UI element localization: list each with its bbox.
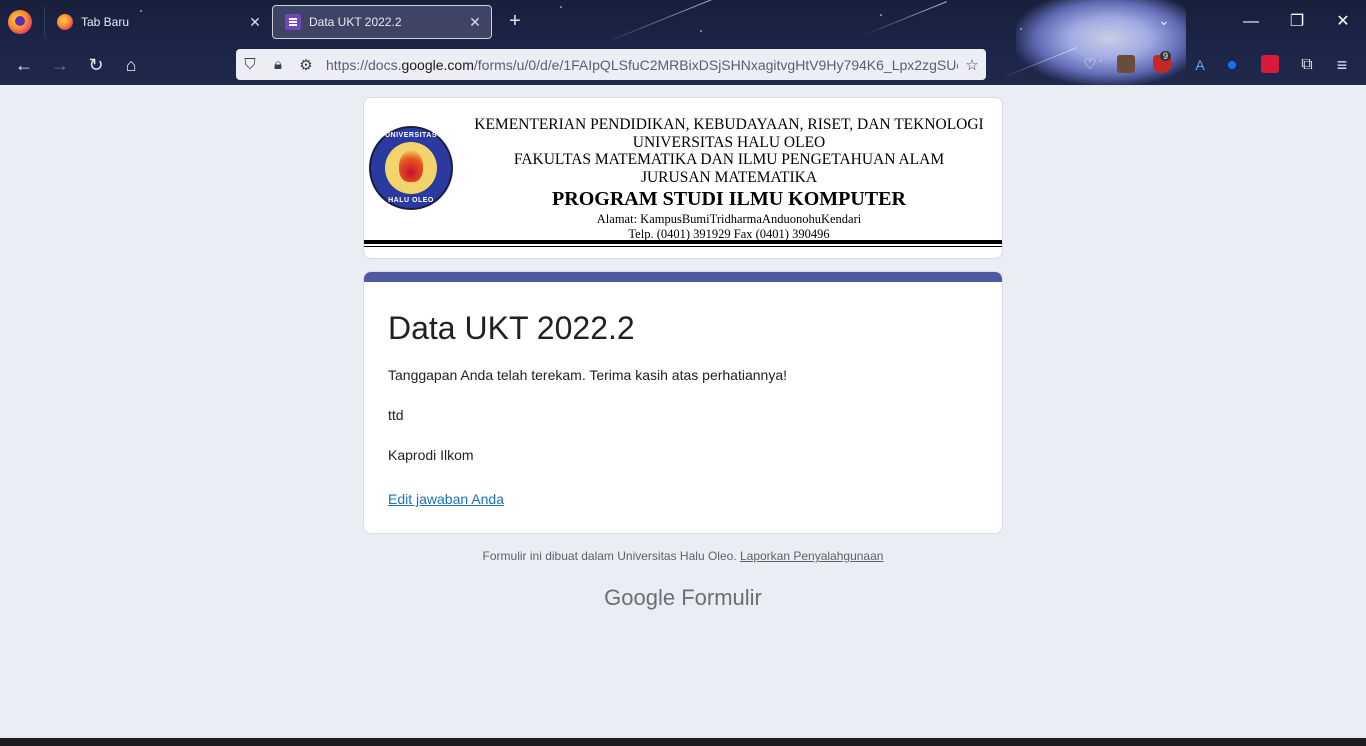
close-tab-icon[interactable]: ✕ (245, 14, 265, 31)
back-arrow-icon[interactable]: ← (10, 51, 38, 79)
confirmation-card: Data UKT 2022.2 Tanggapan Anda telah ter… (363, 271, 1003, 534)
close-tab-icon[interactable]: ✕ (465, 14, 485, 31)
accent-bar (364, 272, 1002, 282)
navigation-toolbar: ← → ↻ ⌂ ⛉ 🔒︎ ⚙ https://docs.google.com/f… (0, 44, 1366, 85)
bookmark-star-icon[interactable]: ☆ (958, 56, 986, 74)
university-logo: UNIVERSITAS HALU OLEO (369, 126, 453, 210)
tab-new[interactable]: Tab Baru ✕ (44, 5, 271, 39)
forward-arrow-icon[interactable]: → (46, 51, 74, 79)
taskbar (0, 738, 1366, 746)
tab-strip: Tab Baru ✕ Data UKT 2022.2 ✕ + ⌄ — ❐ ✕ (0, 0, 1366, 44)
restore-icon[interactable]: ❐ (1282, 8, 1312, 36)
letterhead-divider-thin (364, 246, 1002, 247)
browser-chrome: Tab Baru ✕ Data UKT 2022.2 ✕ + ⌄ — ❐ ✕ ←… (0, 0, 1366, 85)
report-abuse-link[interactable]: Laporkan Penyalahgunaan (740, 549, 883, 563)
list-all-tabs-chevron-icon[interactable]: ⌄ (1158, 12, 1170, 29)
status-dot-icon[interactable] (1228, 61, 1236, 69)
confirmation-message: Tanggapan Anda telah terekam. Terima kas… (388, 367, 787, 383)
form-header-image: UNIVERSITAS HALU OLEO KEMENTERIAN PENDID… (363, 97, 1003, 259)
form-title: Data UKT 2022.2 (388, 310, 635, 346)
logo-text-bottom: HALU OLEO (388, 197, 434, 204)
footer-text: Formulir ini dibuat dalam Universitas Ha… (482, 549, 737, 563)
permissions-icon[interactable]: ⚙ (292, 56, 320, 74)
address-bar[interactable]: ⛉ 🔒︎ ⚙ https://docs.google.com/forms/u/0… (236, 49, 986, 80)
firefox-icon (57, 14, 73, 30)
home-icon[interactable]: ⌂ (117, 51, 145, 79)
letterhead-address: Alamat: KampusBumiTridharmaAnduonohuKend… (596, 212, 862, 226)
letterhead-program: PROGRAM STUDI ILMU KOMPUTER (552, 188, 906, 210)
letterhead-university: UNIVERSITAS HALU OLEO (632, 133, 826, 151)
edit-response-link[interactable]: Edit jawaban Anda (388, 491, 504, 507)
extension-badge-count: 9 (1160, 51, 1172, 61)
letterhead-text: KEMENTERIAN PENDIDIKAN, KEBUDAYAAN, RISE… (464, 116, 994, 241)
tracking-shield-icon[interactable]: ⛉ (236, 56, 264, 73)
new-tab-plus-icon[interactable]: + (504, 10, 526, 32)
letterhead-department: JURUSAN MATEMATIKA (640, 168, 818, 186)
letterhead-faculty: FAKULTAS MATEMATIKA DAN ILMU PENGETAHUAN… (513, 151, 945, 168)
forms-wordmark: Formulir (681, 585, 762, 610)
letterhead-phone: Telp. (0401) 391929 Fax (0401) 390496 (628, 226, 830, 241)
url-text[interactable]: https://docs.google.com/forms/u/0/d/e/1F… (320, 57, 958, 73)
tab-label: Tab Baru (81, 15, 130, 29)
reload-icon[interactable]: ↻ (82, 51, 110, 79)
lock-icon[interactable]: 🔒︎ (264, 56, 292, 73)
extension-m-icon[interactable] (1261, 55, 1279, 73)
extensions-puzzle-icon[interactable]: ⧉ (1293, 51, 1321, 79)
close-window-icon[interactable]: ✕ (1328, 8, 1358, 36)
menu-hamburger-icon[interactable]: ≡ (1328, 51, 1356, 79)
letterhead-divider (364, 240, 1002, 244)
translate-icon[interactable]: A (1186, 51, 1214, 79)
google-forms-icon (285, 14, 301, 30)
confirmation-signer: Kaprodi Ilkom (388, 447, 474, 463)
confirmation-ttd: ttd (388, 407, 404, 423)
letterhead-ministry: KEMENTERIAN PENDIDIKAN, KEBUDAYAAN, RISE… (474, 116, 984, 133)
minimize-icon[interactable]: — (1236, 8, 1266, 36)
tab-label: Data UKT 2022.2 (309, 15, 402, 29)
google-forms-logo[interactable]: Google Formulir (363, 585, 1003, 611)
form-footer: Formulir ini dibuat dalam Universitas Ha… (363, 549, 1003, 563)
google-wordmark: Google (604, 585, 676, 610)
firefox-view-icon[interactable] (8, 10, 32, 34)
pocket-icon[interactable]: ♡ (1076, 51, 1104, 79)
tab-data-ukt[interactable]: Data UKT 2022.2 ✕ (272, 5, 492, 39)
logo-text-top: UNIVERSITAS (384, 132, 438, 139)
extension-avatar-icon[interactable] (1117, 55, 1135, 73)
